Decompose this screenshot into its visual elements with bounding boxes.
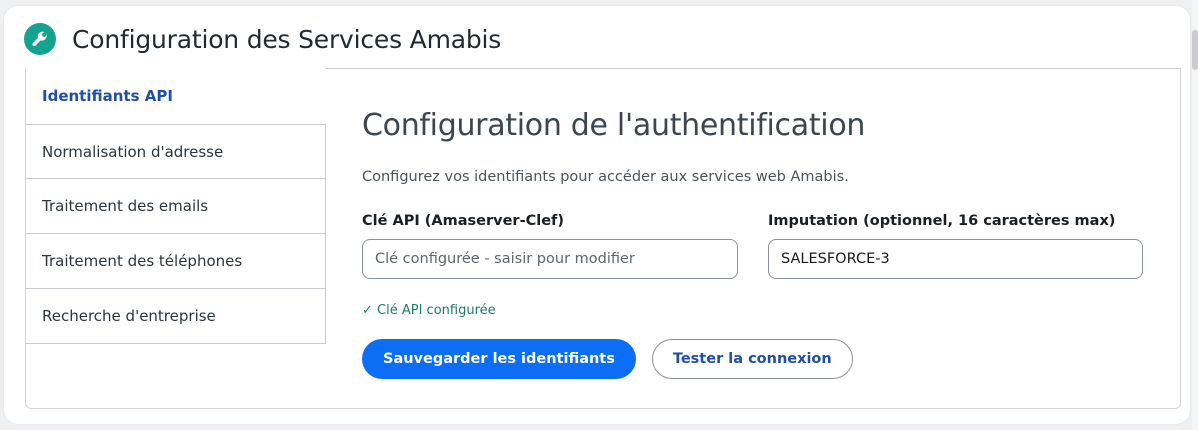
imputation-label: Imputation (optionnel, 16 caractères max…: [768, 213, 1116, 229]
sidebar-item-phone-processing[interactable]: Traitement des téléphones: [26, 234, 326, 289]
sidebar-item-api-credentials[interactable]: Identifiants API: [26, 68, 326, 124]
vertical-scrollbar[interactable]: [1192, 0, 1198, 430]
sidebar-item-label: Recherche d'entreprise: [42, 307, 216, 325]
main-content: Configuration de l'authentification Conf…: [362, 108, 1152, 323]
sidebar-nav: Identifiants API Normalisation d'adresse…: [26, 68, 326, 344]
sidebar-item-label: Traitement des emails: [42, 197, 209, 215]
api-key-status: ✓ Clé API configurée: [362, 303, 496, 318]
sidebar-item-label: Identifiants API: [42, 87, 173, 105]
wrench-icon: [24, 23, 56, 55]
api-key-input[interactable]: [362, 239, 738, 279]
sidebar-item-company-search[interactable]: Recherche d'entreprise: [26, 289, 326, 344]
imputation-input[interactable]: [768, 239, 1143, 279]
config-panel: Identifiants API Normalisation d'adresse…: [25, 68, 1181, 409]
sidebar-item-label: Traitement des téléphones: [42, 252, 243, 270]
sidebar-item-address-normalization[interactable]: Normalisation d'adresse: [26, 124, 326, 179]
sidebar-item-label: Normalisation d'adresse: [42, 142, 224, 161]
section-description: Configurez vos identifiants pour accéder…: [362, 169, 849, 185]
scrollbar-thumb[interactable]: [1192, 30, 1198, 70]
page-header: Configuration des Services Amabis: [24, 22, 501, 56]
test-connection-button[interactable]: Tester la connexion: [651, 339, 853, 379]
settings-card: Configuration des Services Amabis Identi…: [4, 6, 1190, 424]
sidebar-item-email-processing[interactable]: Traitement des emails: [26, 179, 326, 234]
page-title: Configuration des Services Amabis: [72, 24, 502, 54]
form-actions: Sauvegarder les identifiants Tester la c…: [362, 339, 853, 379]
section-title: Configuration de l'authentification: [362, 108, 866, 143]
api-key-label: Clé API (Amaserver-Clef): [362, 213, 564, 229]
save-credentials-button[interactable]: Sauvegarder les identifiants: [362, 339, 636, 379]
credentials-form: Clé API (Amaserver-Clef) ✓ Clé API confi…: [362, 213, 1152, 323]
